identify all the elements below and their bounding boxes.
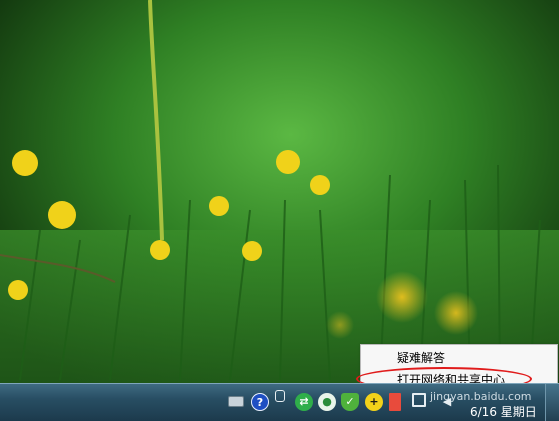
taskbar-clock-date[interactable]: 6/16 星期日 bbox=[470, 403, 537, 420]
network-small-icon[interactable] bbox=[275, 390, 285, 402]
keyboard-icon[interactable] bbox=[228, 396, 244, 407]
shield-icon[interactable]: ✓ bbox=[341, 393, 359, 411]
help-icon[interactable]: ? bbox=[251, 393, 269, 411]
flag-icon[interactable] bbox=[389, 393, 401, 411]
menu-item-troubleshoot[interactable]: 疑难解答 bbox=[361, 348, 557, 368]
watermark-text: jingyan.baidu.com bbox=[430, 390, 532, 403]
green-app-icon[interactable]: ⇄ bbox=[295, 393, 313, 411]
chat-icon[interactable]: ● bbox=[318, 393, 336, 411]
desktop[interactable]: 疑难解答 打开网络和共享中心 ? ⇄ ● ✓ + ◀ jingyan.baidu… bbox=[0, 0, 559, 421]
show-desktop-button[interactable] bbox=[545, 384, 559, 421]
network-icon[interactable] bbox=[412, 393, 426, 407]
plus-icon[interactable]: + bbox=[365, 393, 383, 411]
